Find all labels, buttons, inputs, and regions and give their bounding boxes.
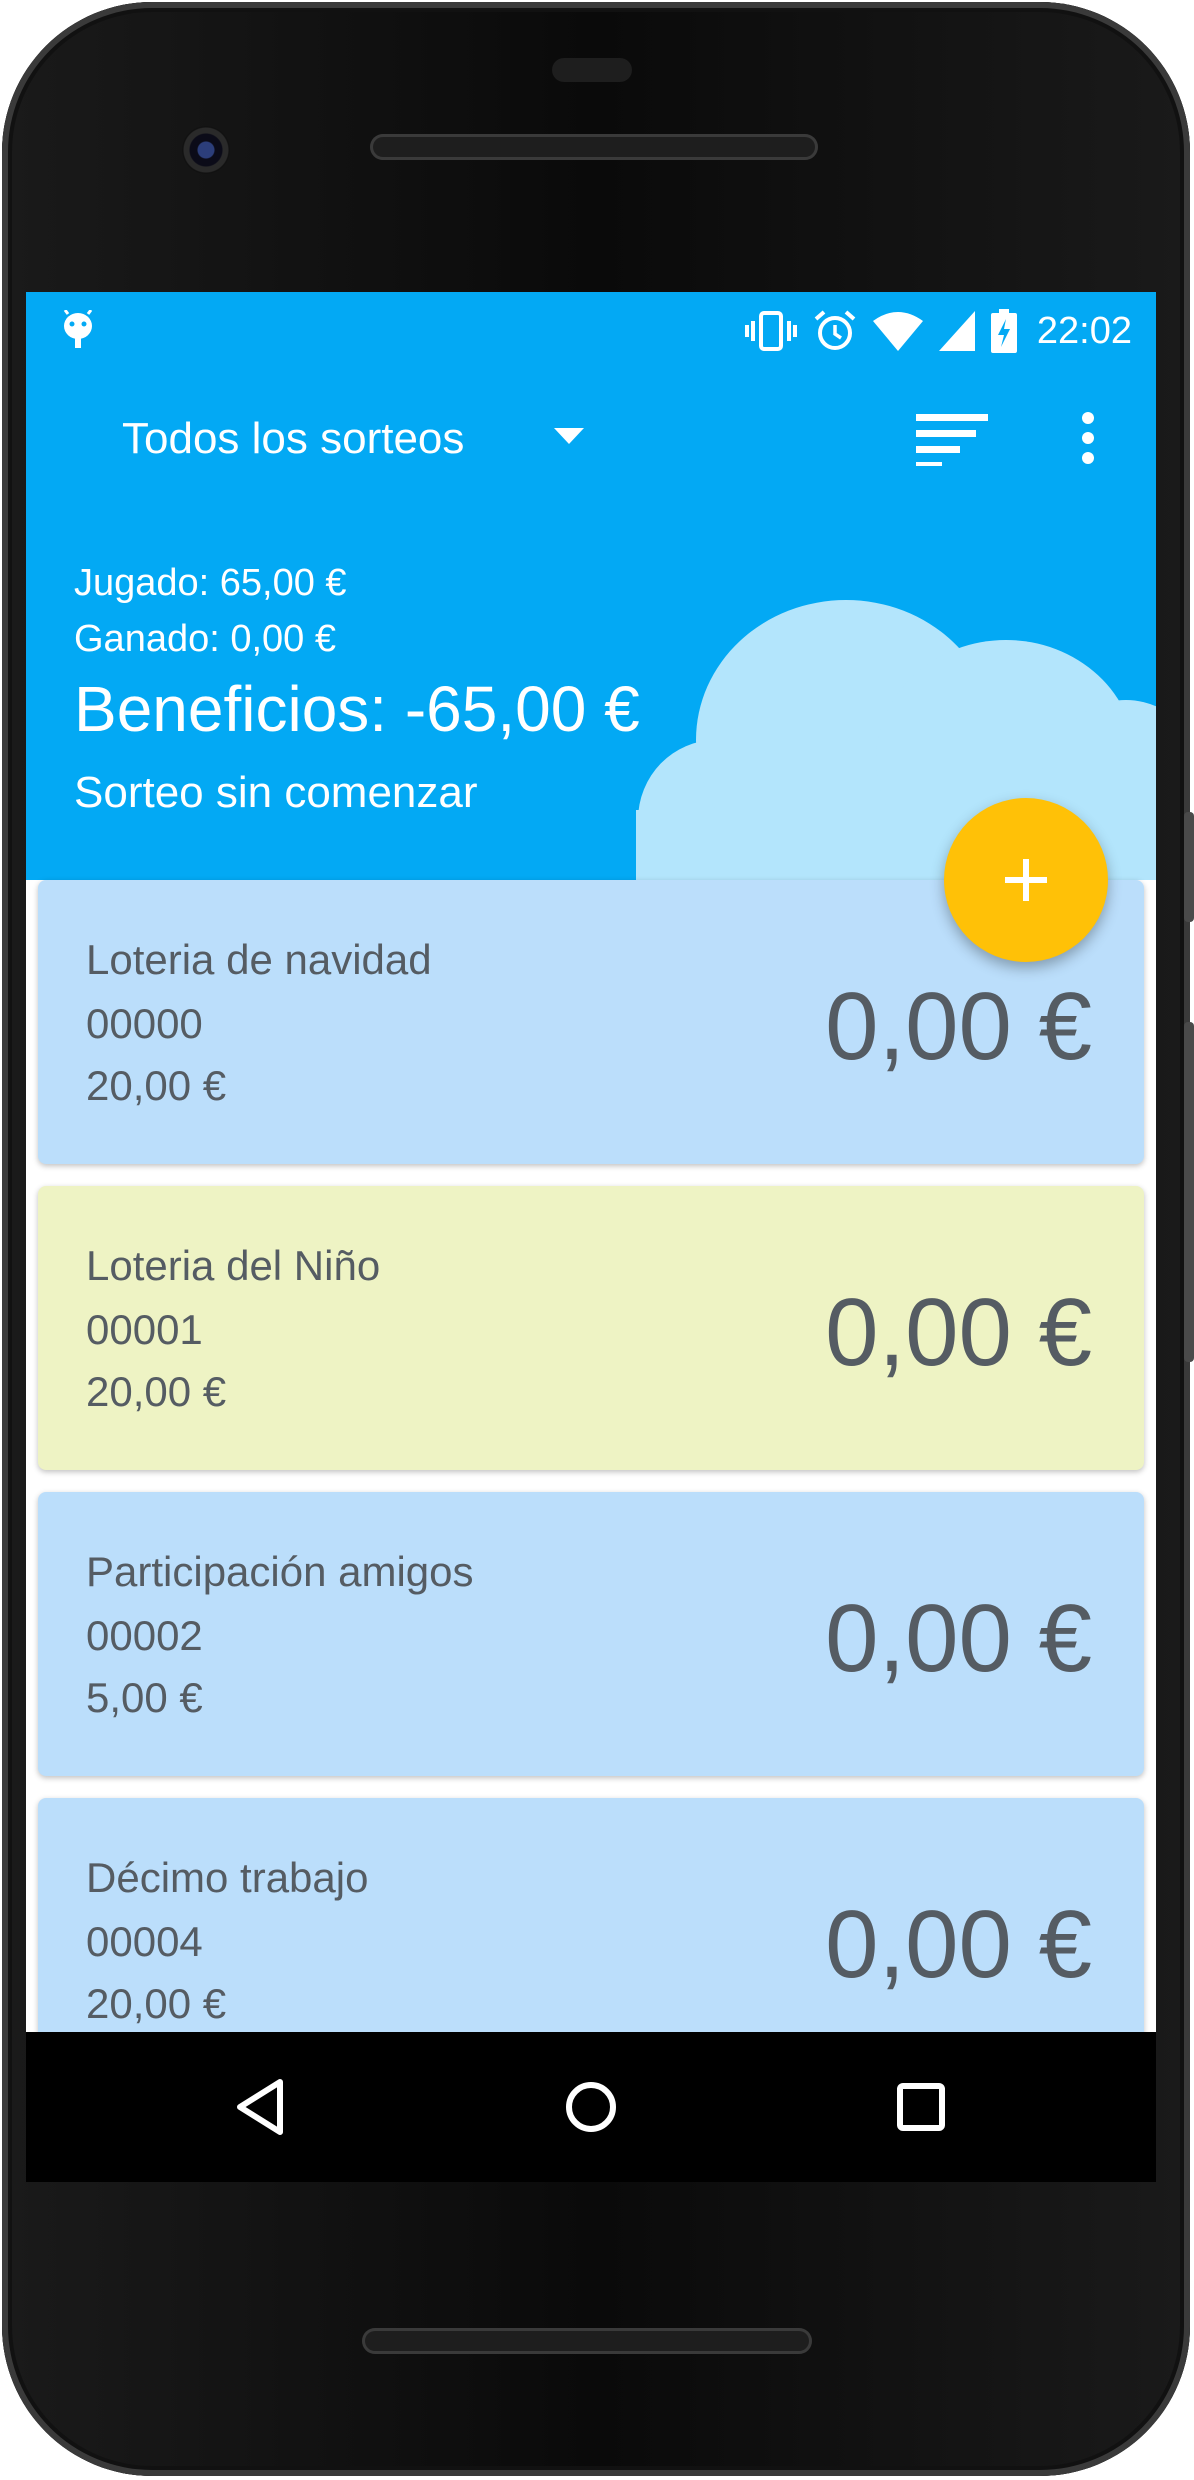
draw-status: Sorteo sin comenzar	[74, 768, 478, 817]
ticket-card[interactable]: Loteria del Niño 00001 20,00 € 0,00 €	[38, 1186, 1144, 1470]
ticket-name: Loteria del Niño	[86, 1242, 381, 1289]
top-speaker	[370, 134, 818, 160]
home-icon[interactable]	[556, 2072, 626, 2142]
power-button	[1184, 1022, 1194, 1362]
earpiece	[552, 58, 632, 82]
ticket-name: Décimo trabajo	[86, 1854, 369, 1901]
ticket-number: 00000	[86, 1000, 203, 1047]
add-icon	[1005, 859, 1047, 901]
ticket-list[interactable]: Loteria de navidad 00000 20,00 € 0,00 € …	[26, 880, 1156, 2032]
played-total: Jugado: 65,00 €	[74, 562, 347, 604]
status-clock: 22:02	[1036, 309, 1132, 352]
back-icon[interactable]	[226, 2072, 296, 2142]
ticket-number: 00001	[86, 1306, 203, 1353]
bottom-speaker	[362, 2328, 812, 2354]
more-vert-icon[interactable]	[1078, 410, 1098, 466]
profit-total: Beneficios: -65,00 €	[74, 673, 640, 745]
ticket-prize: 0,00 €	[825, 1279, 1092, 1386]
ticket-price: 5,00 €	[86, 1674, 203, 1721]
status-bar: 22:02	[26, 292, 1156, 370]
ticket-prize: 0,00 €	[825, 1585, 1092, 1692]
ticket-name: Participación amigos	[86, 1548, 474, 1595]
dropdown-arrow-icon[interactable]	[554, 428, 584, 444]
filter-title[interactable]: Todos los sorteos	[122, 414, 464, 464]
front-camera	[182, 126, 230, 174]
android-icon	[63, 310, 93, 348]
ticket-price: 20,00 €	[86, 1980, 227, 2027]
ticket-prize: 0,00 €	[825, 1891, 1092, 1998]
ticket-prize: 0,00 €	[825, 973, 1092, 1080]
recents-icon[interactable]	[886, 2072, 956, 2142]
volume-button	[1184, 812, 1194, 922]
app-screen: 22:02 Todos los sorteos Jugado: 65,00 € …	[26, 292, 1156, 2032]
ticket-name: Loteria de navidad	[86, 936, 432, 983]
won-total: Ganado: 0,00 €	[74, 618, 336, 660]
vibrate-icon	[744, 311, 797, 351]
sort-icon[interactable]	[916, 412, 988, 466]
alarm-icon	[814, 310, 856, 350]
navigation-bar	[26, 2032, 1156, 2182]
add-ticket-button[interactable]	[944, 798, 1108, 962]
ticket-price: 20,00 €	[86, 1062, 227, 1109]
signal-icon	[938, 311, 975, 351]
ticket-number: 00004	[86, 1918, 203, 1965]
ticket-card[interactable]: Participación amigos 00002 5,00 € 0,00 €	[38, 1492, 1144, 1776]
wifi-icon	[872, 312, 923, 351]
ticket-number: 00002	[86, 1612, 203, 1659]
battery-charging-icon	[990, 309, 1017, 353]
ticket-card[interactable]: Décimo trabajo 00004 20,00 € 0,00 €	[38, 1798, 1144, 2032]
ticket-price: 20,00 €	[86, 1368, 227, 1415]
